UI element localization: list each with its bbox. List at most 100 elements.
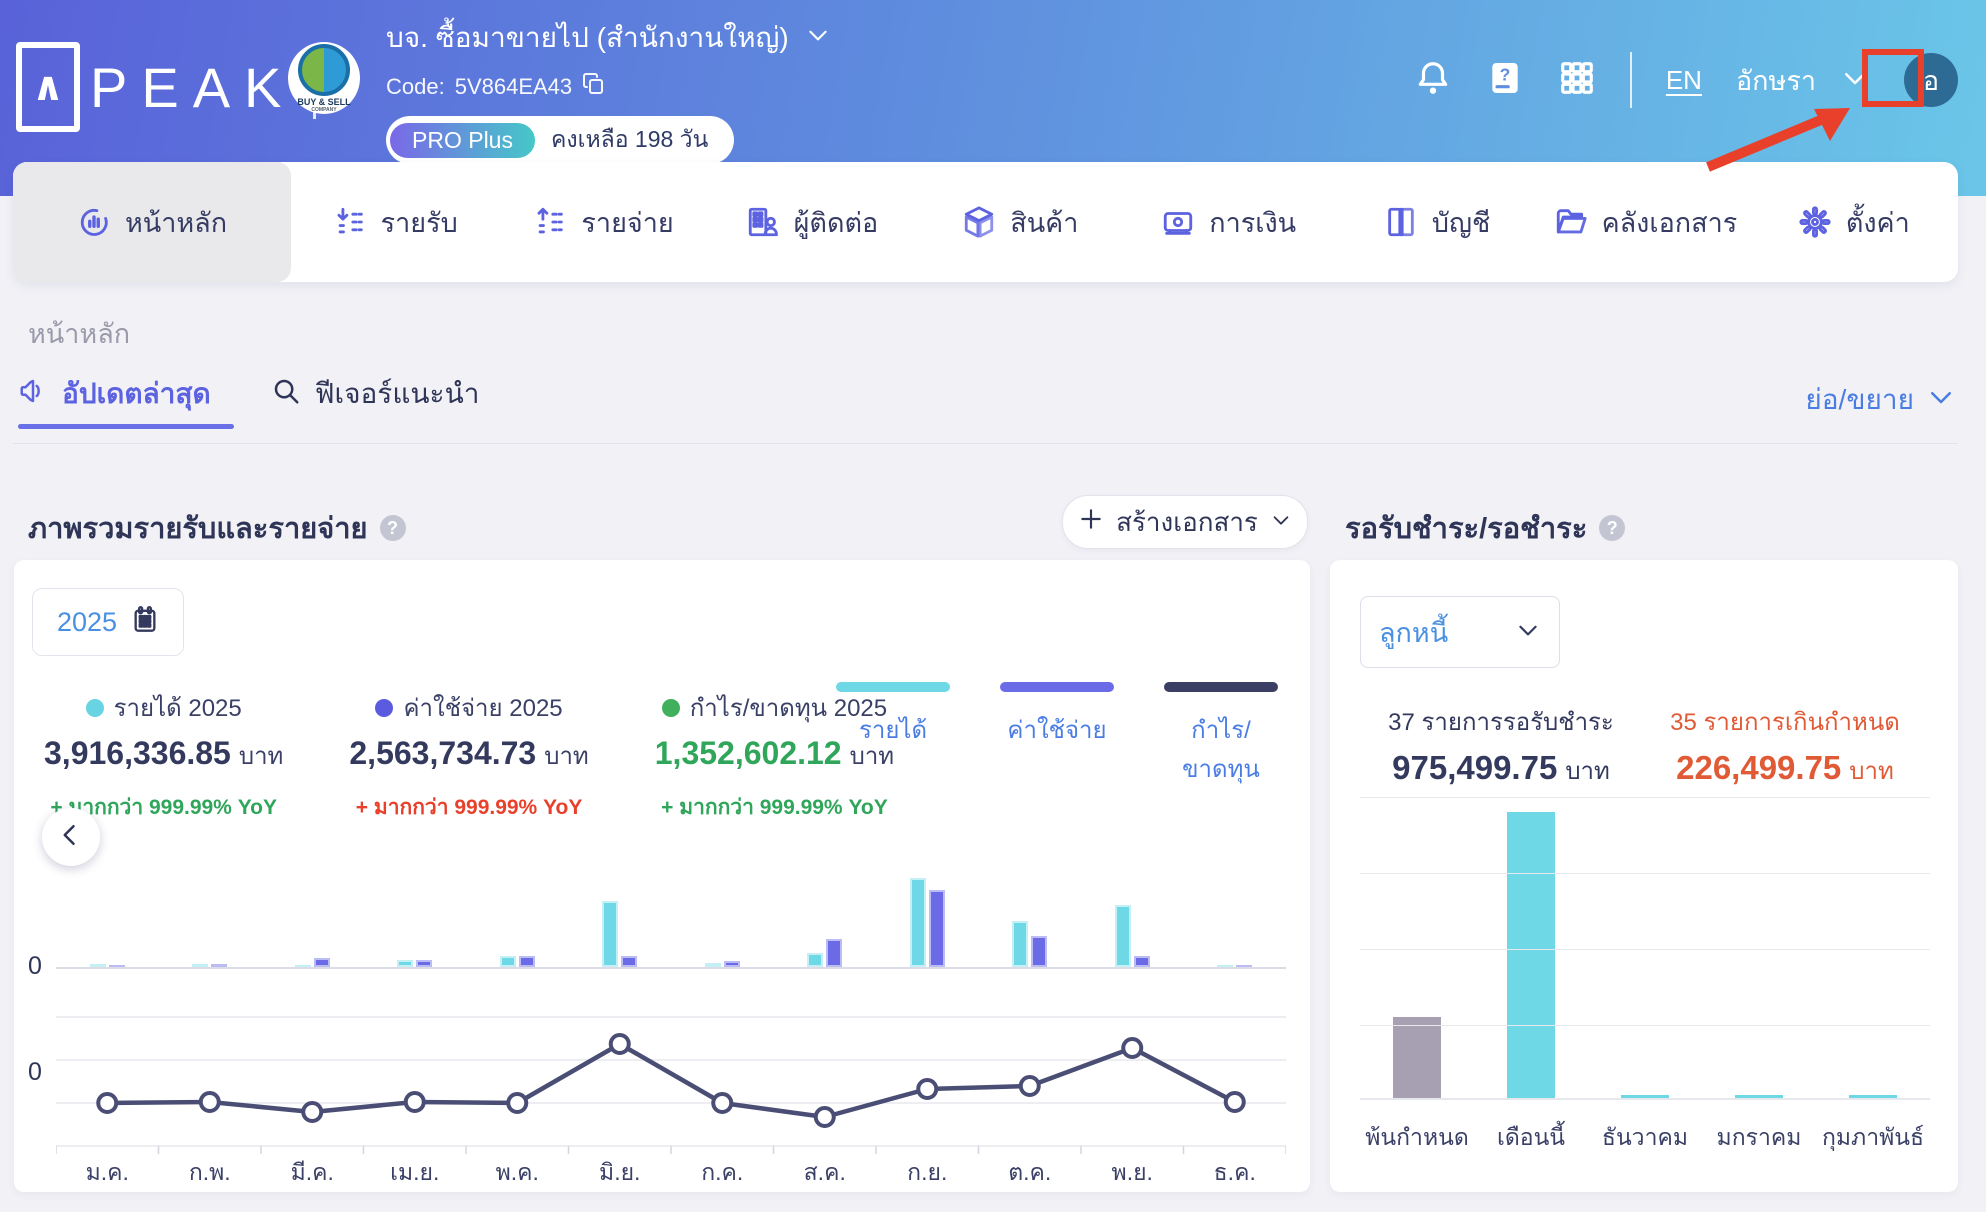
year-selector[interactable]: 2025 [32, 588, 184, 656]
income-bar[interactable] [397, 960, 414, 967]
receivables-bar-chart[interactable] [1360, 797, 1930, 1100]
overview-section-title: ภาพรวมรายรับและรายจ่าย ? [28, 505, 406, 551]
expense-bar[interactable] [1133, 956, 1150, 967]
tab-latest-updates[interactable]: อัปเดตล่าสุด [18, 372, 211, 416]
income-bar[interactable] [1012, 921, 1029, 967]
help-book-icon[interactable]: ? [1486, 59, 1524, 102]
income-bar[interactable] [1217, 965, 1234, 967]
income-bar[interactable] [1114, 905, 1131, 967]
recv-axis-label: พ้นกำหนด [1365, 1124, 1469, 1150]
profit-point-มี.ค.[interactable] [301, 1101, 324, 1123]
company-selector[interactable]: บจ. ซื้อมาขายไป (สำนักงานใหญ่) [386, 16, 831, 60]
income-bar[interactable] [294, 965, 311, 967]
bar-group-ส.ค.[interactable] [774, 939, 877, 967]
income-bar[interactable] [499, 956, 516, 967]
income-bar[interactable] [89, 964, 106, 967]
expense-bar[interactable] [416, 960, 433, 967]
nav-item-label: หน้าหลัก [124, 207, 228, 238]
recv-bar-slot-มกราคม[interactable] [1702, 1095, 1816, 1098]
tab-recommended-features[interactable]: ฟีเจอร์แนะนำ [271, 372, 479, 416]
notifications-bell-icon[interactable] [1414, 59, 1452, 102]
code-label: Code: [386, 74, 445, 99]
bar-group-พ.ย.[interactable] [1081, 905, 1184, 967]
user-name[interactable]: อักษรา [1736, 59, 1816, 102]
bar-group-ม.ค.[interactable] [56, 964, 159, 967]
nav-item-home-dashboard[interactable]: หน้าหลัก [13, 162, 291, 282]
expense-bar[interactable] [108, 965, 125, 967]
recv-bar[interactable] [1393, 1016, 1441, 1098]
expense-bar[interactable] [826, 939, 843, 967]
profit-point-ก.พ.[interactable] [198, 1091, 221, 1113]
profit-line-chart[interactable] [56, 1007, 1286, 1157]
income-bar[interactable] [192, 964, 209, 967]
recv-bar[interactable] [1507, 812, 1555, 1098]
bar-group-ก.พ.[interactable] [159, 964, 262, 967]
recv-bar-slot-ธันวาคม[interactable] [1588, 1095, 1702, 1098]
nav-item-label: รายรับ [380, 207, 458, 238]
income-bar[interactable] [602, 901, 619, 967]
profit-point-ม.ค.[interactable] [96, 1092, 119, 1114]
bar-group-ก.ค.[interactable] [671, 961, 774, 967]
copy-icon[interactable] [582, 72, 606, 102]
language-toggle[interactable]: EN [1666, 65, 1702, 96]
receivable-type-dropdown[interactable]: ลูกหนี้ [1360, 596, 1560, 668]
expense-bar[interactable] [518, 956, 535, 967]
income-bar[interactable] [909, 878, 926, 967]
recv-bar-slot-พ้นกำหนด[interactable] [1360, 1016, 1474, 1098]
nav-item-products[interactable]: สินค้า [916, 162, 1124, 282]
question-circle-icon[interactable]: ? [1599, 515, 1626, 541]
question-circle-icon[interactable]: ? [379, 515, 406, 541]
nav-item-label: รายจ่าย [581, 207, 674, 238]
recv-bar-slot-กุมภาพันธ์[interactable] [1816, 1095, 1930, 1098]
expense-bar[interactable] [313, 958, 330, 967]
recv-bar[interactable] [1849, 1095, 1897, 1098]
profit-point-ส.ค.[interactable] [813, 1106, 836, 1128]
apps-grid-icon[interactable] [1558, 59, 1596, 102]
recv-bar[interactable] [1735, 1095, 1783, 1098]
profit-point-ก.ค.[interactable] [711, 1092, 734, 1114]
collapse-expand-toggle[interactable]: ย่อ/ขยาย [1805, 378, 1956, 422]
bar-group-ต.ค.[interactable] [979, 921, 1082, 967]
nav-item-settings[interactable]: ตั้งค่า [1750, 162, 1958, 282]
profit-point-ธ.ค.[interactable] [1223, 1091, 1246, 1113]
bar-group-ธ.ค.[interactable] [1184, 965, 1287, 967]
documents-icon [1554, 205, 1588, 239]
expense-bar[interactable] [621, 956, 638, 967]
expense-bar[interactable] [211, 964, 228, 967]
expense-bar[interactable] [1031, 936, 1048, 967]
expense-bar[interactable] [723, 961, 740, 967]
profit-point-พ.ย.[interactable] [1121, 1037, 1144, 1059]
company-logo[interactable]: BUY & SELL COMPANY [288, 42, 360, 114]
nav-item-contacts[interactable]: ผู้ติดต่อ [708, 162, 916, 282]
income-bar[interactable] [807, 953, 824, 967]
create-document-button[interactable]: สร้างเอกสาร [1062, 495, 1308, 549]
accounting-icon [1384, 205, 1418, 239]
recv-bar[interactable] [1621, 1095, 1669, 1098]
nav-item-label: สินค้า [1010, 207, 1079, 238]
bar-group-มี.ค.[interactable] [261, 958, 364, 967]
bar-group-พ.ค.[interactable] [466, 956, 569, 967]
nav-item-income-list[interactable]: รายรับ [291, 162, 499, 282]
recv-bar-slot-เดือนนี้[interactable] [1474, 812, 1588, 1098]
profit-point-มิ.ย.[interactable] [608, 1033, 631, 1055]
peak-logo[interactable]: ∧ PEAK [16, 42, 317, 132]
chevron-down-icon[interactable] [805, 22, 831, 55]
bar-group-มิ.ย.[interactable] [569, 901, 672, 967]
nav-item-finance[interactable]: การเงิน [1125, 162, 1333, 282]
profit-point-ก.ย.[interactable] [916, 1078, 939, 1100]
bar-group-ก.ย.[interactable] [876, 878, 979, 967]
bar-group-เม.ย.[interactable] [364, 960, 467, 967]
bar-axis-zero-label: 0 [28, 952, 42, 980]
expense-bar[interactable] [1236, 965, 1253, 967]
plan-badge[interactable]: PRO Plus คงเหลือ 198 วัน [386, 116, 735, 164]
income-bar[interactable] [704, 963, 721, 967]
nav-item-accounting[interactable]: บัญชี [1333, 162, 1541, 282]
company-logo-subtext: COMPANY [311, 106, 337, 113]
profit-point-พ.ค.[interactable] [506, 1092, 529, 1114]
nav-item-documents[interactable]: คลังเอกสาร [1541, 162, 1749, 282]
income-expense-bar-chart[interactable] [56, 765, 1286, 969]
profit-point-ต.ค.[interactable] [1018, 1075, 1041, 1097]
expense-bar[interactable] [928, 890, 945, 967]
nav-item-expense-list[interactable]: รายจ่าย [499, 162, 707, 282]
profit-point-เม.ย.[interactable] [403, 1091, 426, 1113]
